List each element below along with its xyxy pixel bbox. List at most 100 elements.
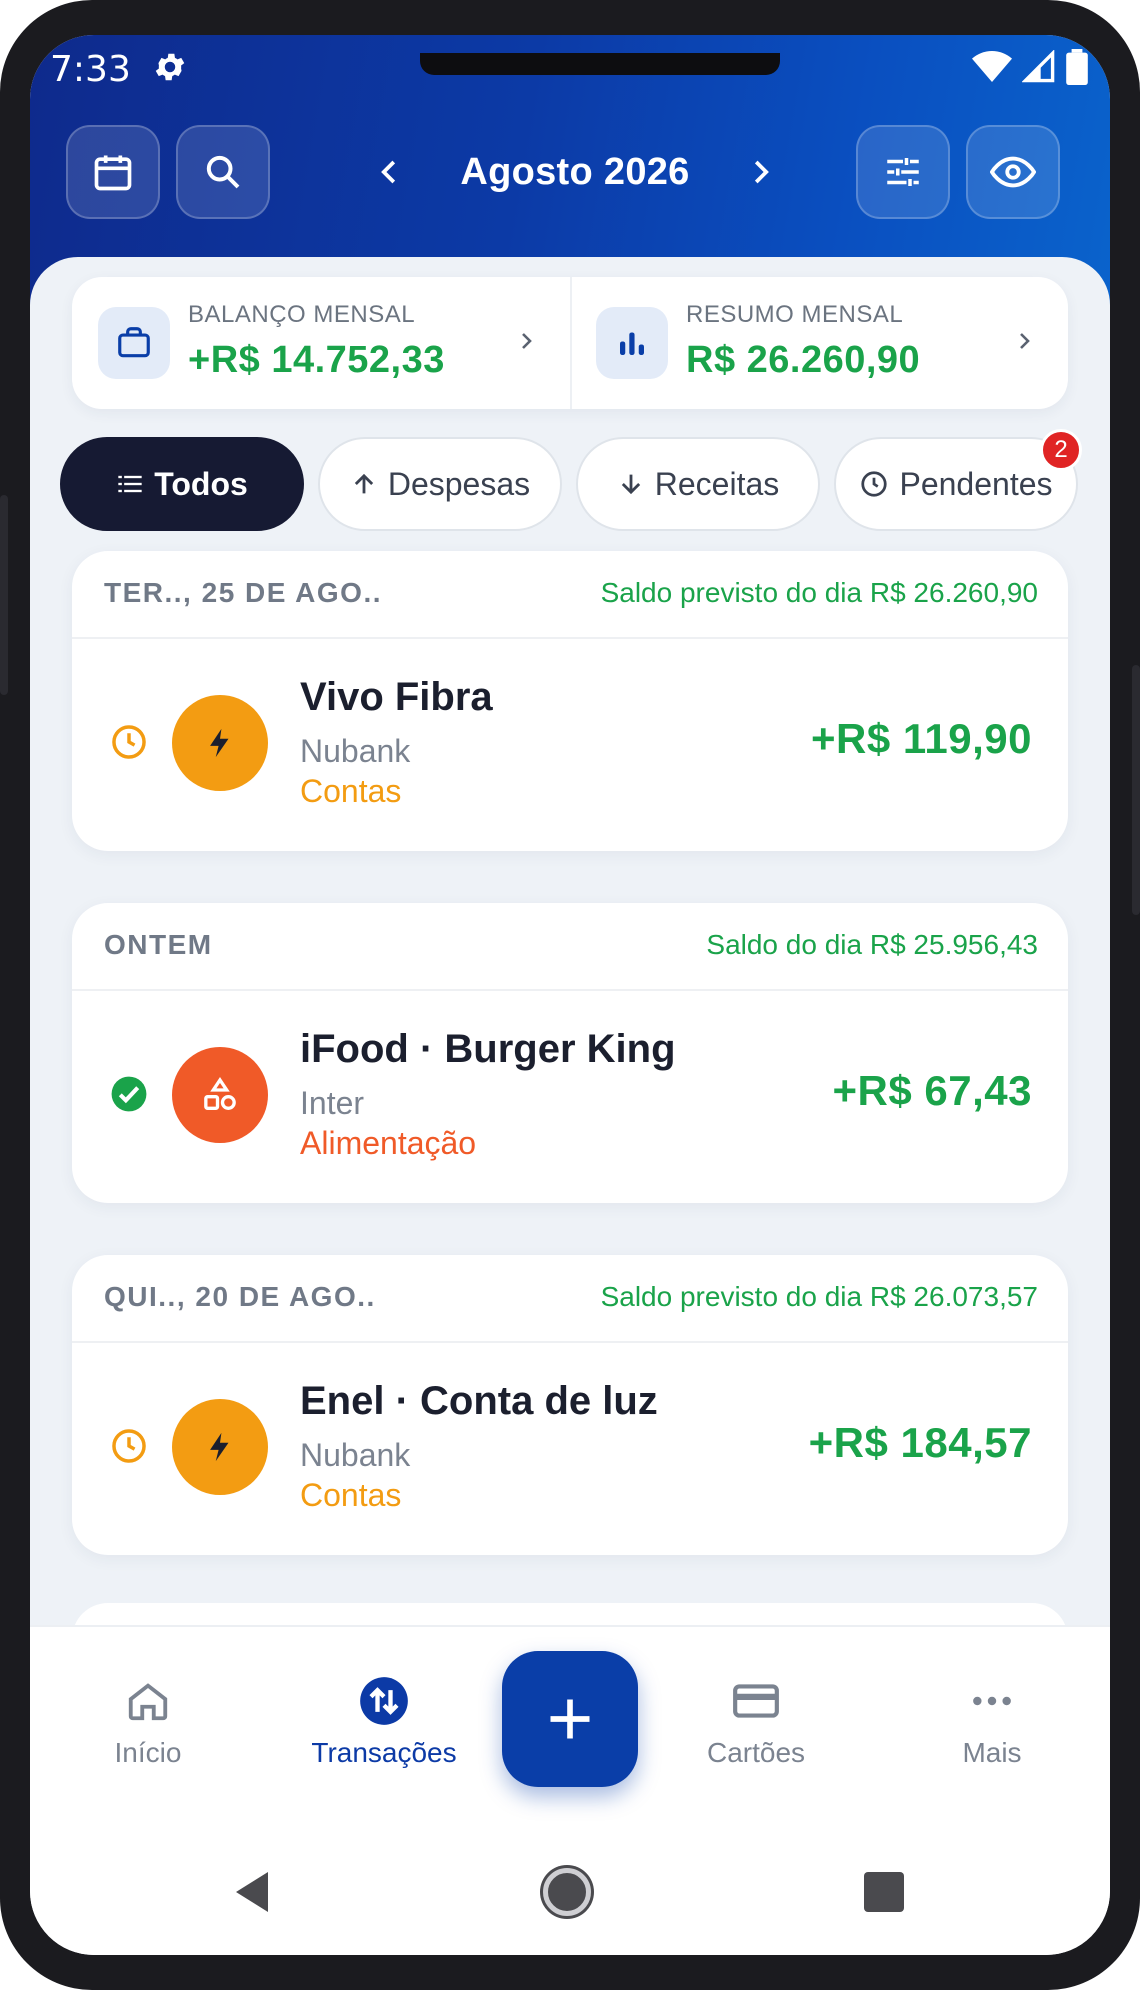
day-balance: Saldo previsto do dia R$ 26.073,57: [600, 1281, 1038, 1312]
filter-chip-label: Despesas: [387, 465, 531, 502]
day-balance: Saldo do dia R$ 25.956,43: [706, 929, 1038, 960]
side-button: [0, 495, 8, 695]
monthly-summary-value: R$ 26.260,90: [686, 339, 921, 381]
toggle-visibility-button[interactable]: [966, 125, 1060, 219]
day-header: TER.., 25 DE AGO.. Saldo previsto do dia…: [72, 551, 1068, 639]
add-transaction-button[interactable]: [502, 1651, 638, 1787]
home-circle-button[interactable]: [543, 1868, 591, 1916]
transaction-amount: +R$ 184,57: [808, 1419, 1032, 1466]
more-dots-icon: [966, 1675, 1018, 1727]
summary-card: BALANÇO MENSAL +R$ 14.752,33 RESUMO MENS…: [72, 277, 1068, 409]
back-triangle-icon[interactable]: [232, 1870, 272, 1914]
pending-clock-icon: [112, 725, 146, 759]
nav-label: Mais: [962, 1737, 1022, 1768]
clock-icon: [861, 471, 888, 497]
filter-sliders-icon: [887, 158, 919, 186]
filter-chip-all[interactable]: Todos: [60, 437, 304, 531]
category-avatar: [172, 1047, 268, 1143]
pending-count-badge: 2: [1040, 429, 1082, 471]
nav-item-home[interactable]: Início: [48, 1675, 248, 1775]
pending-clock-icon: [112, 1429, 146, 1463]
camera-notch: [420, 53, 780, 75]
filter-chip-label: Pendentes: [899, 465, 1053, 502]
wifi-icon: [972, 51, 1012, 82]
status-bar: 7:33: [30, 35, 1110, 115]
day-date: QUI.., 20 DE AGO..: [104, 1281, 376, 1312]
transaction-title: Enel · Conta de luz: [300, 1379, 658, 1423]
filter-chip-income[interactable]: Receitas: [576, 437, 820, 531]
recent-apps-square-button[interactable]: [864, 1872, 904, 1912]
nav-label: Cartões: [706, 1737, 806, 1768]
briefcase-icon: [98, 307, 170, 379]
nav-item-more[interactable]: Mais: [892, 1675, 1092, 1775]
lightning-icon: [210, 1432, 229, 1462]
filter-chip-label: Todos: [154, 465, 248, 502]
transaction-title: Vivo Fibra: [300, 675, 493, 719]
next-month-button[interactable]: [740, 152, 780, 192]
day-balance: Saldo previsto do dia R$ 26.260,90: [600, 577, 1038, 608]
monthly-summary-card[interactable]: RESUMO MENSAL R$ 26.260,90: [570, 277, 1068, 409]
day-date: TER.., 25 DE AGO..: [104, 577, 383, 608]
transaction-title: iFood · Burger King: [300, 1027, 676, 1071]
phone-frame: 7:33 Agosto 2026 BALANÇO MENSAL +R$ 14.7…: [0, 0, 1140, 1990]
transaction-category: Contas: [300, 773, 402, 809]
chevron-left-icon: [381, 160, 396, 184]
monthly-summary-label: RESUMO MENSAL: [686, 301, 904, 328]
monthly-balance-card[interactable]: BALANÇO MENSAL +R$ 14.752,33: [72, 277, 570, 409]
chevron-right-icon: [1006, 323, 1042, 359]
status-time: 7:33: [50, 49, 131, 90]
system-navigation-bar: [30, 1852, 1110, 1932]
monthly-balance-label: BALANÇO MENSAL: [188, 301, 416, 328]
transaction-account: Nubank: [300, 1437, 411, 1473]
filter-chip-expenses[interactable]: Despesas: [318, 437, 562, 531]
credit-card-icon: [730, 1675, 782, 1727]
month-navigator: Agosto 2026: [370, 135, 780, 209]
filter-settings-button[interactable]: [856, 125, 950, 219]
previous-month-button[interactable]: [370, 152, 410, 192]
transaction-amount: +R$ 119,90: [810, 715, 1032, 762]
nav-item-cards[interactable]: Cartões: [656, 1675, 856, 1775]
plus-icon: [550, 1699, 590, 1739]
battery-icon: [1066, 49, 1088, 85]
bar-chart-icon: [596, 307, 668, 379]
filter-chip-label: Receitas: [654, 465, 780, 502]
category-avatar: [172, 695, 268, 791]
nav-label: Transações: [311, 1737, 457, 1768]
status-icons: [972, 49, 1088, 85]
check-circle-icon: [111, 1076, 147, 1112]
transaction-category: Alimentação: [300, 1125, 477, 1161]
list-icon: [118, 475, 142, 493]
transfer-arrows-icon: [358, 1675, 410, 1727]
calendar-button[interactable]: [66, 125, 160, 219]
side-button: [1132, 665, 1140, 915]
filter-chip-pending[interactable]: Pendentes 2: [834, 429, 1082, 531]
nav-item-transactions[interactable]: Transações: [284, 1675, 484, 1775]
lightning-icon: [210, 728, 229, 758]
search-icon: [206, 155, 240, 189]
transaction-amount: +R$ 67,43: [832, 1067, 1032, 1114]
arrow-up-icon: [354, 473, 374, 494]
eye-icon: [990, 156, 1036, 188]
search-button[interactable]: [176, 125, 270, 219]
screen: 7:33 Agosto 2026 BALANÇO MENSAL +R$ 14.7…: [30, 35, 1110, 1955]
chevron-right-icon: [754, 160, 769, 184]
transaction-day-group: QUI.., 20 DE AGO.. Saldo previsto do dia…: [72, 1255, 1068, 1555]
transaction-category: Contas: [300, 1477, 402, 1513]
day-header: ONTEM Saldo do dia R$ 25.956,43: [72, 903, 1068, 991]
monthly-balance-value: +R$ 14.752,33: [188, 339, 445, 381]
food-shapes-icon: [204, 1076, 236, 1110]
bottom-navigation: Início Transações Cartões Mais: [30, 1625, 1110, 1955]
nav-label: Início: [114, 1737, 182, 1768]
chevron-right-icon: [508, 323, 544, 359]
month-title[interactable]: Agosto 2026: [460, 151, 689, 194]
transaction-day-group: TER.., 25 DE AGO.. Saldo previsto do dia…: [72, 551, 1068, 851]
arrow-down-icon: [621, 474, 640, 495]
day-header: QUI.., 20 DE AGO.. Saldo previsto do dia…: [72, 1255, 1068, 1343]
settings-gear-icon: [155, 53, 185, 81]
calendar-icon: [94, 155, 132, 191]
filter-chips: Todos Despesas Receitas Pendentes 2: [60, 429, 1110, 531]
signal-icon: [1022, 50, 1055, 83]
transaction-day-group: ONTEM Saldo do dia R$ 25.956,43 iFood · …: [72, 903, 1068, 1203]
home-icon: [122, 1675, 174, 1727]
transaction-account: Inter: [300, 1085, 365, 1121]
